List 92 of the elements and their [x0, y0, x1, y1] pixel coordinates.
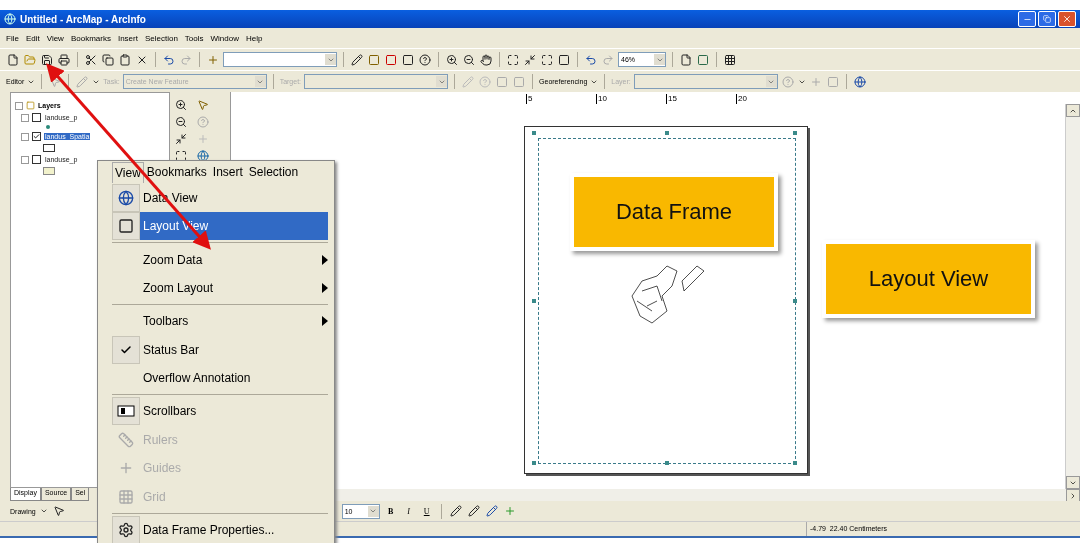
full-extent-icon[interactable]: [174, 149, 188, 163]
menu-option[interactable]: Overflow Annotation: [112, 363, 328, 393]
layer-checkbox[interactable]: [32, 113, 41, 122]
layer-checkbox[interactable]: [32, 155, 41, 164]
new-file-icon[interactable]: [6, 52, 20, 67]
help-icon[interactable]: [418, 52, 432, 67]
layer-symbol: [46, 125, 50, 129]
save-icon[interactable]: [40, 52, 54, 67]
menu-item[interactable]: Insert: [117, 33, 138, 43]
selection-handle[interactable]: [793, 299, 797, 303]
menu-header-item[interactable]: Selection: [245, 161, 302, 184]
grid-icon: [118, 488, 134, 505]
submenu-arrow-icon: [322, 254, 328, 265]
selection-handle[interactable]: [531, 461, 536, 465]
pointer-icon[interactable]: [196, 98, 210, 112]
scissors-icon[interactable]: [84, 52, 98, 67]
selection-handle[interactable]: [665, 461, 669, 465]
close-icon: [1062, 14, 1072, 24]
caret-icon: [39, 507, 48, 515]
window-icon[interactable]: [401, 52, 415, 67]
ruler-icon: [118, 431, 134, 448]
menu-item[interactable]: View: [46, 33, 64, 43]
pan-icon[interactable]: [479, 52, 493, 67]
menu-header-item[interactable]: View: [112, 161, 144, 183]
full-extent-icon[interactable]: [506, 52, 520, 67]
app-icon: [4, 13, 16, 25]
page-icon[interactable]: [679, 52, 693, 67]
check-icon: [120, 343, 132, 356]
minimize-button[interactable]: [1018, 11, 1036, 27]
zoom-out-icon[interactable]: [174, 115, 188, 129]
zoom-in-icon[interactable]: [174, 98, 188, 112]
back-icon[interactable]: [584, 52, 598, 67]
layer-symbol: [43, 167, 55, 175]
menu-option[interactable]: Data Frame Properties...: [112, 515, 328, 543]
fixed-zoom-icon[interactable]: [174, 132, 188, 146]
square-icon[interactable]: [557, 52, 571, 67]
scrollbar-icon: [117, 405, 135, 418]
submenu-arrow-icon: [322, 316, 328, 327]
italic-button[interactable]: I: [401, 506, 416, 516]
menu-item[interactable]: Window: [210, 33, 239, 43]
page-icon: [118, 218, 134, 235]
submenu-arrow-icon: [322, 282, 328, 293]
printer-icon[interactable]: [57, 52, 71, 67]
scale-combo[interactable]: [223, 52, 337, 67]
bold-button[interactable]: B: [383, 506, 398, 516]
menu-item[interactable]: Edit: [25, 33, 40, 43]
undo-icon[interactable]: [162, 52, 176, 67]
globe-icon[interactable]: [852, 74, 867, 89]
globe-icon[interactable]: [196, 149, 210, 163]
zoom-in-icon[interactable]: [445, 52, 459, 67]
selection-handle[interactable]: [665, 130, 669, 135]
menu-item[interactable]: Selection: [144, 33, 178, 43]
layer-checkbox[interactable]: [32, 132, 41, 141]
menu-option[interactable]: Status Bar: [112, 335, 328, 364]
ruler-label: 5: [526, 94, 596, 104]
selection-handle[interactable]: [531, 130, 536, 135]
menu-item[interactable]: Help: [246, 33, 263, 43]
menu-item[interactable]: File: [6, 33, 19, 43]
underline-button[interactable]: U: [419, 506, 434, 516]
fixed-zoom-out-icon[interactable]: [540, 52, 554, 67]
pointer-icon[interactable]: [51, 504, 66, 518]
scroll-up-button[interactable]: [1066, 104, 1080, 117]
caret-icon: [369, 507, 378, 515]
restore-button[interactable]: [1038, 11, 1056, 27]
menu-option[interactable]: Zoom Layout: [112, 273, 328, 303]
menu-item[interactable]: Bookmarks: [70, 33, 111, 43]
pencil-icon[interactable]: [350, 52, 364, 67]
menu-header-item[interactable]: Bookmarks: [143, 161, 210, 184]
menu-option[interactable]: Toolbars: [112, 307, 328, 336]
fixed-zoom-in-icon[interactable]: [523, 52, 537, 67]
line-color-icon[interactable]: [484, 504, 499, 518]
menu-header-item[interactable]: Insert: [209, 161, 246, 184]
clipboard-icon[interactable]: [118, 52, 132, 67]
close-button[interactable]: [1058, 11, 1076, 27]
ruler-label: 15: [666, 94, 736, 104]
menu-item[interactable]: Tools: [184, 33, 204, 43]
zoom-out-icon[interactable]: [462, 52, 476, 67]
copy-icon[interactable]: [101, 52, 115, 67]
selection-handle[interactable]: [793, 461, 797, 465]
globe-icon: [118, 189, 134, 206]
ruler-label: 10: [596, 94, 666, 104]
selection-handle[interactable]: [793, 130, 797, 135]
menu-option[interactable]: Scrollbars: [112, 397, 328, 426]
restore-icon: [1043, 15, 1051, 23]
ruler-label: 20: [736, 94, 806, 104]
layer-symbol: [43, 144, 55, 152]
grid-icon[interactable]: [723, 52, 737, 67]
menu-option[interactable]: Zoom Data: [112, 245, 328, 274]
gear-icon: [118, 521, 134, 538]
scroll-down-button[interactable]: [1066, 476, 1080, 489]
selection-handle[interactable]: [531, 299, 536, 303]
window-title: Untitled - ArcMap - ArcInfo: [20, 13, 146, 25]
